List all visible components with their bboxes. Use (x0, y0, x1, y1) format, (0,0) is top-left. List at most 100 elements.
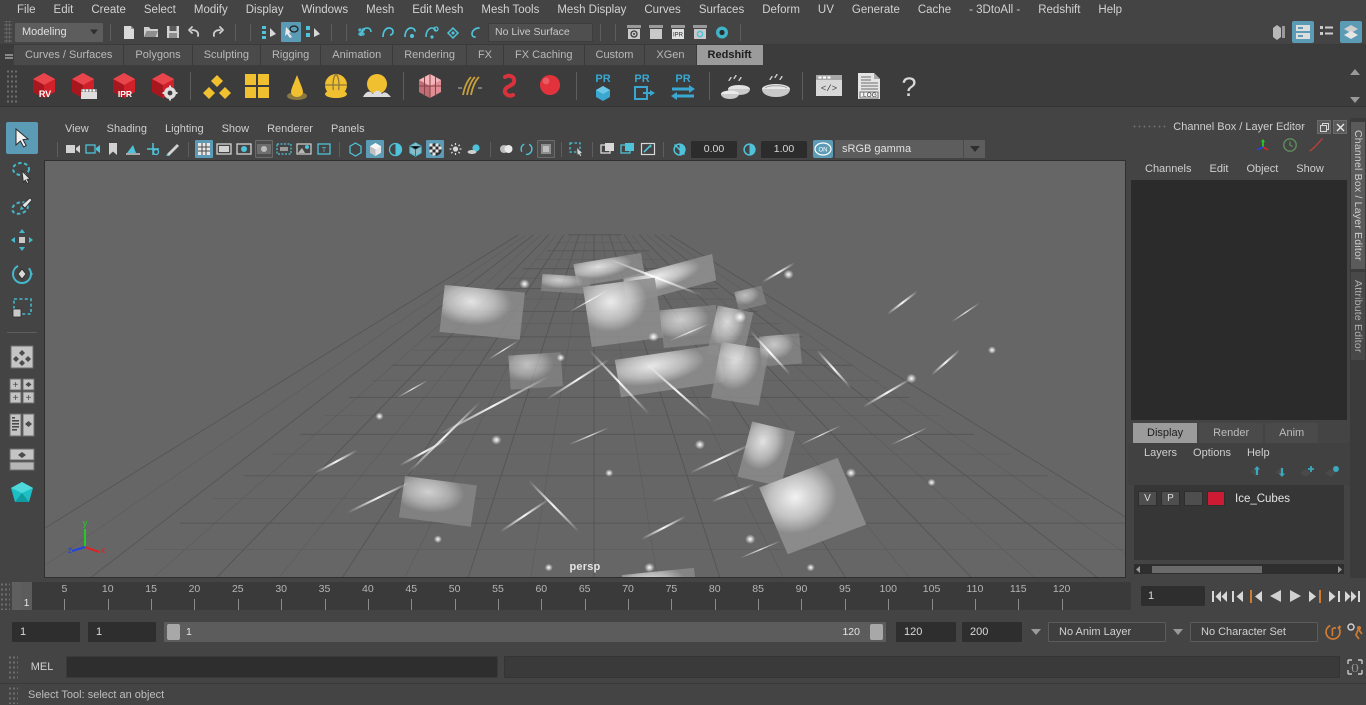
xray-icon[interactable]: T (315, 140, 333, 158)
camera-attributes-icon[interactable] (84, 140, 102, 158)
wireframe-icon[interactable] (346, 140, 364, 158)
redshift-dome-light-icon[interactable] (317, 66, 357, 106)
resolution-gate-icon[interactable] (235, 140, 253, 158)
move-tool-button[interactable] (6, 224, 38, 256)
redshift-volume-icon[interactable] (490, 66, 530, 106)
redshift-bake-small-icon[interactable] (716, 66, 756, 106)
shelf-tab-sculpting[interactable]: Sculpting (192, 45, 261, 65)
menu-generate[interactable]: Generate (843, 0, 909, 20)
select-hierarchy-icon[interactable] (259, 22, 279, 42)
redshift-log-icon[interactable]: .LOG (849, 66, 889, 106)
step-back-frame-icon[interactable] (1249, 587, 1265, 605)
viewport-menu-panels[interactable]: Panels (322, 120, 374, 138)
shelf-tab-redshift[interactable]: Redshift (696, 45, 764, 65)
wireframe-on-shaded-icon[interactable] (406, 140, 424, 158)
script-editor-icon[interactable]: {} (1344, 656, 1366, 678)
viewport-menu-shading[interactable]: Shading (98, 120, 156, 138)
menu-3dtoall[interactable]: - 3DtoAll - (960, 0, 1029, 20)
film-gate-icon[interactable] (215, 140, 233, 158)
menu-uv[interactable]: UV (809, 0, 843, 20)
shadows-icon[interactable] (466, 140, 484, 158)
select-component-icon[interactable] (303, 22, 323, 42)
viewport-menu-view[interactable]: View (56, 120, 98, 138)
render-settings-icon[interactable] (690, 22, 710, 42)
layer-name-label[interactable]: Ice_Cubes (1235, 493, 1290, 505)
time-slider[interactable]: 1 5 10 15 20 25 30 35 40 45 50 55 60 65 70 75 80 85 90 95 1… (21, 582, 1131, 610)
snap-projected-icon[interactable] (421, 22, 441, 42)
command-line-grip[interactable] (8, 655, 18, 679)
layout-quad-icon[interactable] (6, 409, 38, 441)
step-forward-frame-icon[interactable] (1306, 587, 1322, 605)
gamma-adjust-icon[interactable] (740, 140, 758, 158)
show-hide-tool-settings-icon[interactable] (1316, 21, 1338, 43)
smooth-shade-icon[interactable] (366, 140, 384, 158)
lasso-select-tool-button[interactable] (6, 156, 38, 188)
layer-visibility-toggle[interactable]: V (1138, 491, 1157, 506)
step-back-keyframe-icon[interactable] (1230, 587, 1246, 605)
textured-icon[interactable] (426, 140, 444, 158)
shelf-scroll-down-icon[interactable] (1350, 97, 1360, 103)
redshift-ipr-render-icon[interactable]: IPR (104, 66, 144, 106)
xray-joints-icon[interactable] (599, 140, 617, 158)
redshift-help-icon[interactable]: ? (889, 66, 929, 106)
select-tool-button[interactable] (6, 122, 38, 154)
isolate-select-icon[interactable] (568, 140, 586, 158)
shelf-tab-rigging[interactable]: Rigging (260, 45, 322, 65)
outliner-persp-layout-icon[interactable] (6, 443, 38, 475)
exposure-icon[interactable] (295, 140, 313, 158)
menu-select[interactable]: Select (135, 0, 185, 20)
range-slider[interactable]: 1 120 (164, 622, 886, 642)
shelf-tab-curves-surfaces[interactable]: Curves / Surfaces (14, 45, 125, 65)
shelf-scroll-up-icon[interactable] (1350, 69, 1360, 75)
exposure-value-field[interactable]: 0.00 (691, 140, 737, 158)
go-to-end-icon[interactable] (1344, 587, 1360, 605)
shelf-tab-xgen[interactable]: XGen (645, 45, 697, 65)
menu-edit-mesh[interactable]: Edit Mesh (403, 0, 472, 20)
viewport-menu-renderer[interactable]: Renderer (258, 120, 322, 138)
menu-curves[interactable]: Curves (635, 0, 689, 20)
select-camera-icon[interactable] (64, 140, 82, 158)
redshift-bake-large-icon[interactable] (756, 66, 796, 106)
redshift-pr-object-icon[interactable]: PR (583, 66, 623, 106)
dock-tab-attribute-editor[interactable]: Attribute Editor (1351, 271, 1365, 361)
last-tool-used-button[interactable] (6, 341, 38, 373)
range-slider-left-handle[interactable] (167, 624, 180, 640)
color-management-toggle[interactable]: ON (813, 140, 833, 158)
tab-render[interactable]: Render (1199, 423, 1264, 443)
redshift-pr-export-icon[interactable]: PR (623, 66, 663, 106)
menu-edit[interactable]: Edit (45, 0, 83, 20)
new-scene-icon[interactable] (119, 22, 139, 42)
image-plane-icon[interactable] (124, 140, 142, 158)
panel-grip-right[interactable] (1276, 124, 1306, 130)
anim-start-field[interactable]: 1 (88, 622, 156, 642)
redo-icon[interactable] (207, 22, 227, 42)
flat-shade-icon[interactable] (386, 140, 404, 158)
redshift-material-icon[interactable] (197, 66, 237, 106)
menu-windows[interactable]: Windows (292, 0, 357, 20)
redshift-environment-icon[interactable] (357, 66, 397, 106)
time-slider-handle[interactable] (12, 582, 21, 610)
menu-deform[interactable]: Deform (753, 0, 809, 20)
shelf-scroll-arrows[interactable] (1348, 69, 1362, 103)
move-layer-up-icon[interactable] (1249, 465, 1265, 483)
range-start-field[interactable]: 1 (12, 622, 80, 642)
current-time-indicator[interactable]: 1 (21, 582, 32, 610)
snap-grid-icon[interactable] (355, 22, 375, 42)
redshift-light-cone-icon[interactable] (277, 66, 317, 106)
redshift-hair-icon[interactable] (450, 66, 490, 106)
animation-preferences-icon[interactable] (1344, 621, 1366, 643)
layer-playback-toggle[interactable]: P (1161, 491, 1180, 506)
grease-pencil-icon[interactable] (164, 140, 182, 158)
gate-mask-icon[interactable] (255, 140, 273, 158)
restore-icon[interactable] (1317, 120, 1331, 134)
anim-layer-select[interactable]: No Anim Layer (1048, 622, 1166, 642)
lights-icon[interactable] (446, 140, 464, 158)
close-icon[interactable] (1333, 120, 1347, 134)
scroll-left-icon[interactable] (1134, 565, 1143, 574)
save-scene-icon[interactable] (163, 22, 183, 42)
snap-curve-icon[interactable] (377, 22, 397, 42)
redshift-render-view-icon[interactable]: RV (24, 66, 64, 106)
menu-file[interactable]: File (8, 0, 45, 20)
play-forwards-icon[interactable] (1287, 587, 1303, 605)
shelf-tab-animation[interactable]: Animation (321, 45, 394, 65)
